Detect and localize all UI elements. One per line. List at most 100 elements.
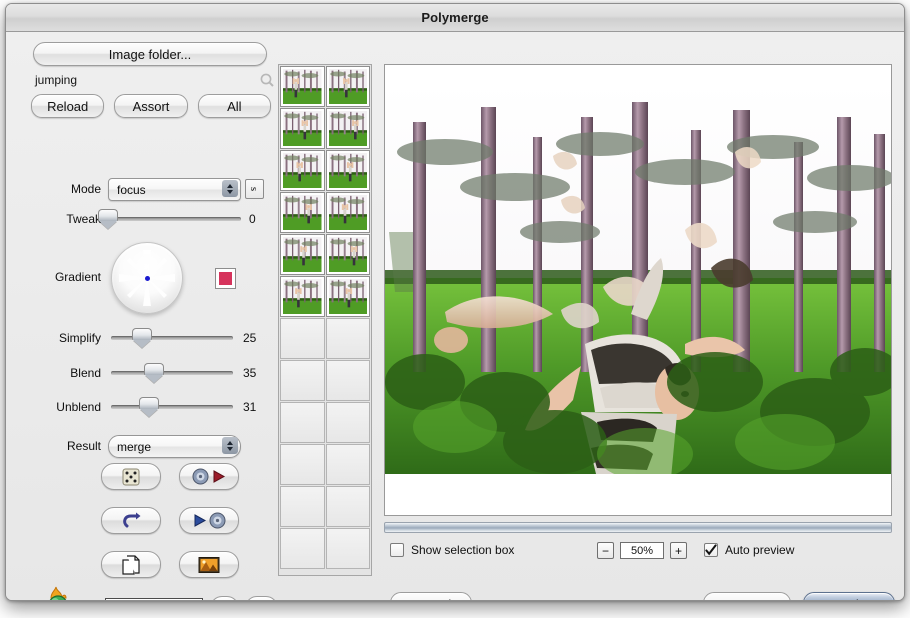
auto-preview-control[interactable]: Auto preview bbox=[704, 543, 794, 557]
duplicate-button[interactable] bbox=[101, 551, 161, 578]
thumbnail-empty-slot[interactable] bbox=[280, 528, 325, 569]
folder-name-label: jumping bbox=[35, 73, 77, 87]
tweak-value: 0 bbox=[249, 212, 256, 226]
thumbnail-item[interactable] bbox=[326, 192, 371, 233]
thumbnail-image bbox=[329, 237, 368, 272]
preview-horizontal-scrollbar[interactable] bbox=[384, 522, 892, 533]
simplify-row: Simplify 25 bbox=[23, 331, 273, 345]
gradient-direction-wheel[interactable] bbox=[111, 242, 183, 314]
thumbnail-empty-slot[interactable] bbox=[326, 318, 371, 359]
open-image-button[interactable] bbox=[179, 551, 239, 578]
folder-search-icon[interactable] bbox=[259, 72, 276, 89]
picture-icon bbox=[198, 556, 220, 574]
image-folder-button[interactable]: Image folder... bbox=[33, 42, 267, 66]
thumbnail-empty-slot[interactable] bbox=[326, 528, 371, 569]
thumbnail-item[interactable] bbox=[280, 192, 325, 233]
result-select[interactable]: merge bbox=[108, 435, 241, 458]
blend-value: 35 bbox=[243, 366, 256, 380]
thumbnail-image bbox=[329, 153, 368, 188]
zoom-out-button[interactable]: − bbox=[597, 542, 614, 559]
thumbnail-item[interactable] bbox=[326, 108, 371, 149]
save-preset-button[interactable] bbox=[179, 507, 239, 534]
assort-button[interactable]: Assort bbox=[114, 94, 187, 118]
result-row: Result merge bbox=[23, 435, 273, 456]
title-bar[interactable]: Polymerge bbox=[6, 4, 904, 32]
simplify-label: Simplify bbox=[23, 331, 101, 345]
copy-pages-icon bbox=[122, 555, 141, 575]
thumbnail-item[interactable] bbox=[280, 66, 325, 107]
auto-preview-label: Auto preview bbox=[725, 543, 794, 557]
thumbnail-item[interactable] bbox=[326, 66, 371, 107]
blend-slider[interactable] bbox=[111, 371, 233, 375]
load-preset-button[interactable] bbox=[179, 463, 239, 490]
thumbnail-item[interactable] bbox=[326, 234, 371, 275]
apply-button[interactable]: Apply bbox=[803, 592, 895, 601]
preview-eye-button[interactable] bbox=[245, 596, 278, 601]
thumbnail-empty-slot[interactable] bbox=[326, 360, 371, 401]
thumbnail-item[interactable] bbox=[280, 276, 325, 317]
thumbnail-empty-slot[interactable] bbox=[280, 360, 325, 401]
thumbnail-empty-slot[interactable] bbox=[280, 402, 325, 443]
thumbnail-item[interactable] bbox=[280, 108, 325, 149]
blend-slider-thumb[interactable] bbox=[144, 363, 164, 382]
app-icon[interactable] bbox=[43, 586, 73, 601]
search-button[interactable] bbox=[210, 596, 239, 601]
disc-icon bbox=[192, 468, 209, 485]
zoom-in-button[interactable]: + bbox=[670, 542, 687, 559]
show-selection-box-label: Show selection box bbox=[411, 543, 514, 557]
thumbnail-image bbox=[283, 195, 322, 230]
simplify-slider-thumb[interactable] bbox=[132, 328, 152, 347]
cancel-button[interactable]: Cancel bbox=[390, 592, 472, 601]
thumbnail-image bbox=[329, 69, 368, 104]
tweak-slider-thumb[interactable] bbox=[98, 209, 118, 228]
simplify-slider[interactable] bbox=[111, 336, 233, 340]
blend-row: Blend 35 bbox=[23, 366, 273, 380]
thumbnail-strip[interactable] bbox=[278, 64, 372, 576]
play-triangle-icon bbox=[211, 469, 226, 484]
thumbnail-empty-slot[interactable] bbox=[280, 486, 325, 527]
auto-preview-checkbox[interactable] bbox=[704, 543, 718, 557]
thumbnail-empty-slot[interactable] bbox=[326, 486, 371, 527]
reload-button[interactable]: Reload bbox=[31, 94, 104, 118]
thumbnail-grid bbox=[279, 65, 371, 570]
tweak-label: Tweak bbox=[23, 212, 101, 226]
undo-button[interactable] bbox=[101, 507, 161, 534]
gradient-color-swatch[interactable] bbox=[215, 268, 236, 289]
randomize-button[interactable] bbox=[101, 463, 161, 490]
unblend-slider[interactable] bbox=[111, 405, 233, 409]
thumbnail-image bbox=[283, 279, 322, 314]
done-button[interactable]: Done bbox=[703, 592, 791, 601]
thumbnail-item[interactable] bbox=[326, 276, 371, 317]
unblend-label: Unblend bbox=[23, 400, 101, 414]
mode-select[interactable]: focus bbox=[108, 178, 241, 201]
preview-canvas[interactable] bbox=[384, 64, 892, 516]
window-title: Polymerge bbox=[421, 10, 488, 25]
mode-value: focus bbox=[109, 183, 146, 197]
unblend-value: 31 bbox=[243, 400, 256, 414]
all-button[interactable]: All bbox=[198, 94, 271, 118]
thumbnail-item[interactable] bbox=[326, 150, 371, 191]
gradient-label: Gradient bbox=[23, 270, 101, 284]
simplify-value: 25 bbox=[243, 331, 256, 345]
unblend-slider-thumb[interactable] bbox=[139, 397, 159, 416]
mode-row: Mode focus s bbox=[23, 178, 273, 199]
thumbnail-empty-slot[interactable] bbox=[280, 444, 325, 485]
dice-icon bbox=[121, 467, 141, 487]
checkmark-icon bbox=[705, 544, 717, 557]
show-selection-box-control[interactable]: Show selection box bbox=[390, 543, 514, 557]
tweak-slider[interactable] bbox=[108, 217, 241, 221]
zoom-value[interactable]: 50% bbox=[620, 542, 664, 559]
mode-side-button[interactable]: s bbox=[245, 179, 264, 199]
search-text-input[interactable] bbox=[105, 598, 203, 601]
dialog-body: Image folder... jumping Reload Assort Al… bbox=[6, 32, 904, 600]
show-selection-box-checkbox[interactable] bbox=[390, 543, 404, 557]
thumbnail-item[interactable] bbox=[280, 234, 325, 275]
thumbnail-empty-slot[interactable] bbox=[280, 318, 325, 359]
thumbnail-item[interactable] bbox=[280, 150, 325, 191]
mode-side-button-label: s bbox=[249, 187, 261, 191]
thumbnail-empty-slot[interactable] bbox=[326, 402, 371, 443]
polymerge-window: Polymerge Image folder... jumping Reload… bbox=[5, 3, 905, 601]
thumbnail-empty-slot[interactable] bbox=[326, 444, 371, 485]
preview-image bbox=[385, 82, 891, 474]
thumbnail-image bbox=[283, 237, 322, 272]
